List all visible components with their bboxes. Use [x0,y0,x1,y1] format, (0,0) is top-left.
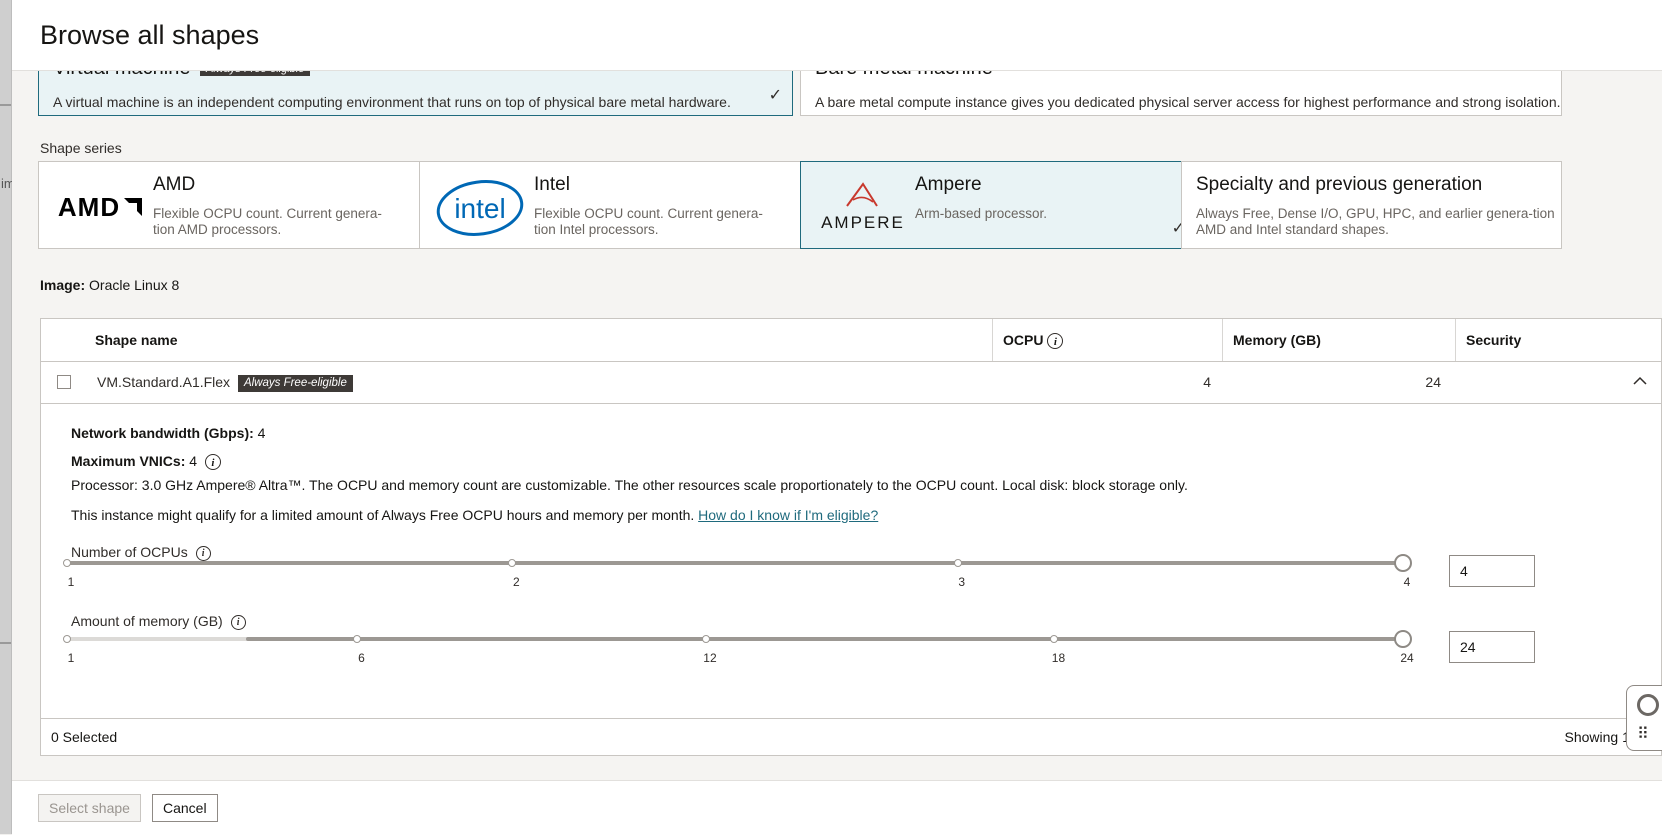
slider-tick-label: 6 [358,651,365,665]
image-label: Image: [40,277,86,293]
slider-tick-dot [508,559,517,567]
memory-input[interactable] [1449,631,1535,663]
info-icon[interactable]: i [1047,333,1064,350]
table-header: Shape name OCPU i Memory (GB) Security [41,319,1661,362]
select-shape-button[interactable]: Select shape [38,794,141,822]
info-icon[interactable]: i [204,454,221,471]
row-checkbox[interactable] [57,375,71,389]
slider-tick-label: 3 [958,575,965,589]
slider-track [67,561,1403,565]
dialog-title: Browse all shapes [40,20,260,50]
ampere-logo: AMPERE [813,176,913,238]
help-icon [1637,694,1659,716]
image-value: Oracle Linux 8 [89,277,180,293]
column-header-shape-name[interactable]: Shape name [85,319,992,361]
vnics-value: 4 [189,453,198,469]
series-title: Ampere [915,174,982,195]
free-tier-note: This instance might qualify for a limite… [71,507,695,523]
help-widget[interactable]: ⠿ [1626,685,1662,751]
instance-type-description: A virtual machine is an independent comp… [53,94,731,110]
slider-thumb[interactable] [1394,630,1412,648]
slider-tick-dot [701,635,710,643]
slider-tick-label: 1 [67,575,75,589]
amd-logo: AMD [51,176,151,238]
ocpu-slider[interactable]: 1 2 3 4 [63,553,1412,589]
slider-tick-dot [63,635,71,643]
grid-icon: ⠿ [1637,726,1649,743]
svg-text:intel: intel [454,193,505,224]
column-header-memory[interactable]: Memory (GB) [1222,319,1455,361]
slider-tick-dot [353,635,362,643]
series-title: Specialty and previous generation [1196,174,1483,195]
slider-thumb[interactable] [1394,554,1412,572]
slider-tick-dot [953,559,962,567]
table-row[interactable]: VM.Standard.A1.Flex Always Free-eligible… [41,361,1661,404]
slider-tick-dot [1050,635,1059,643]
slider-tick-label: 12 [703,651,717,665]
slider-tick-label: 4 [1403,575,1411,589]
info-icon[interactable]: i [230,614,246,630]
series-card-ampere[interactable]: AMPERE Ampere Arm-based processor. ✓ [800,161,1194,249]
selected-count: 0 Selected [51,729,118,745]
checkmark-icon: ✓ [768,87,782,104]
browse-shapes-panel: Virtual machine Always Free-eligible A v… [12,0,1662,835]
slider-tick-label: 2 [512,575,520,589]
shapes-table: Shape name OCPU i Memory (GB) Security VM… [40,318,1662,756]
table-footer: 0 Selected Showing 1 Item [41,718,1661,755]
series-title: AMD [153,174,196,195]
shape-name: VM.Standard.A1.Flex [97,374,231,390]
series-description: Always Free, Dense I/O, GPU, HPC, and ea… [1196,206,1555,237]
memory-value: 24 [1425,374,1441,390]
slider-tick-dot [63,559,71,567]
image-info: Image: Oracle Linux 8 [40,277,179,293]
background-page-strip: im [0,0,15,834]
cancel-button[interactable]: Cancel [152,794,218,822]
series-card-amd[interactable]: AMD AMD Flexible OCPU count. Current gen… [38,161,432,249]
slider-tick-label: 24 [1400,651,1414,665]
memory-slider-label: Amount of memory (GB) [71,613,223,629]
background-divider [0,104,11,106]
svg-text:AMPERE: AMPERE [821,213,905,232]
chevron-up-icon[interactable] [1633,373,1647,389]
instance-type-description: A bare metal compute instance gives you … [815,94,1561,110]
dialog-header: Browse all shapes [12,0,1662,71]
series-description: Arm-based processor. [915,206,1048,221]
series-title: Intel [534,174,570,195]
shape-series-label: Shape series [40,140,122,156]
slider-tick-label: 1 [67,651,75,665]
memory-slider[interactable]: 1 6 12 18 24 [63,629,1414,665]
column-header-security[interactable]: Security [1455,319,1661,361]
slider-track-filled [246,637,1403,641]
ocpu-value: 4 [1203,374,1211,390]
processor-description: Processor: 3.0 GHz Ampere® Altra™. The O… [71,477,1188,493]
column-header-ocpu[interactable]: OCPU i [992,319,1222,361]
series-card-intel[interactable]: intel Intel Flexible OCPU count. Current… [419,161,813,249]
series-description: Flexible OCPU count. Current genera-tion… [153,206,382,237]
dialog-footer: Select shape Cancel [12,780,1662,835]
vnics-label: Maximum VNICs: [71,453,186,469]
series-card-specialty[interactable]: Specialty and previous generation Always… [1181,161,1562,249]
slider-tick-label: 18 [1051,651,1066,665]
always-free-badge: Always Free-eligible [237,374,353,392]
series-description: Flexible OCPU count. Current genera-tion… [534,206,763,237]
bandwidth-value: 4 [257,425,266,441]
ocpu-input[interactable] [1449,555,1535,587]
eligibility-link[interactable]: How do I know if I'm eligible? [698,507,878,523]
bandwidth-label: Network bandwidth (Gbps): [71,425,254,441]
intel-logo: intel [432,176,532,238]
background-divider [0,642,11,644]
